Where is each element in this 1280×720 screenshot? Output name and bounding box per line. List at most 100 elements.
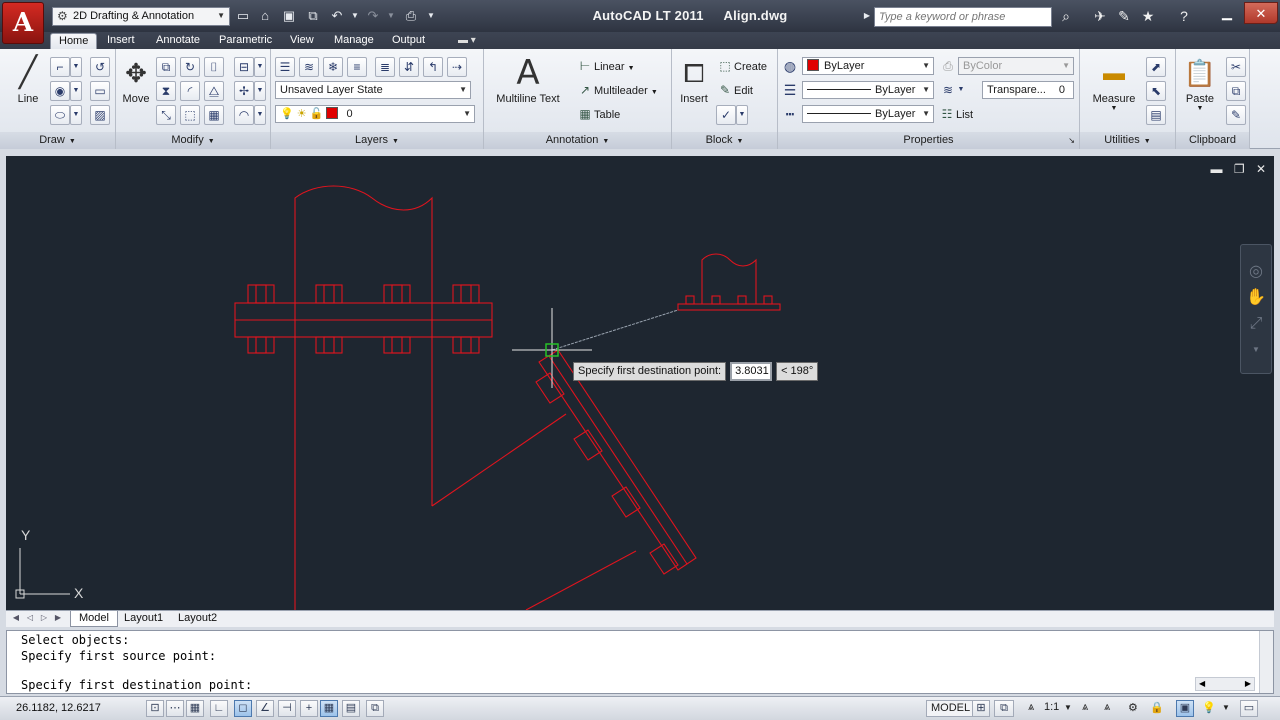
- workspace-gear-icon[interactable]: ⚙: [1128, 701, 1138, 714]
- table-button[interactable]: ▦ Table: [576, 105, 620, 124]
- clean-screen-icon[interactable]: ▭: [1240, 700, 1258, 717]
- infer-constraints-toggle[interactable]: ⊡: [146, 700, 164, 717]
- model-space-toggle[interactable]: MODEL: [926, 700, 976, 717]
- annotation-scale-dropdown-icon[interactable]: ▼: [1064, 703, 1072, 712]
- multiline-text-button[interactable]: A Multiline Text: [490, 53, 566, 105]
- panel-block-title[interactable]: Block ▼: [672, 132, 777, 149]
- first-layout-icon[interactable]: ◀: [10, 613, 22, 622]
- command-vertical-scrollbar[interactable]: [1259, 631, 1273, 693]
- hatch-icon[interactable]: ▨: [90, 105, 110, 125]
- lineweight-dropdown[interactable]: ByLayer ▼: [802, 105, 934, 123]
- edit-block-button[interactable]: ✎ Edit: [716, 81, 753, 100]
- circle-dropdown-icon[interactable]: ▼: [70, 81, 82, 101]
- layer-freeze-icon[interactable]: ❄: [323, 57, 343, 77]
- plotstyle-dropdown[interactable]: ByColor ▼: [958, 57, 1074, 75]
- binoculars-search-icon[interactable]: ⌕: [1056, 7, 1076, 25]
- tab-home[interactable]: Home: [50, 33, 98, 49]
- match-properties-icon[interactable]: ◍: [780, 57, 800, 77]
- steering-wheel-icon[interactable]: ◎: [1241, 259, 1271, 285]
- circle-icon[interactable]: ◉: [50, 81, 70, 101]
- close-window-button[interactable]: ✕: [1244, 2, 1278, 24]
- panel-clipboard-title[interactable]: Clipboard: [1176, 132, 1249, 149]
- quick-select-icon[interactable]: ⬈: [1146, 57, 1166, 77]
- ellipse-dropdown-icon[interactable]: ▼: [70, 105, 82, 125]
- fillet-icon[interactable]: ◜: [180, 81, 200, 101]
- current-layer-dropdown[interactable]: 💡 ☀ 🔓 0 ▼: [275, 105, 475, 123]
- linetype-dropdown[interactable]: ByLayer ▼: [802, 81, 934, 99]
- help-icon[interactable]: ?: [1174, 7, 1194, 25]
- layer-off-icon[interactable]: ≡: [347, 57, 367, 77]
- search-input[interactable]: [874, 7, 1052, 27]
- offset-dropdown-icon[interactable]: ▼: [254, 105, 266, 125]
- scroll-left-icon[interactable]: ◀: [1196, 678, 1205, 690]
- tab-insert[interactable]: Insert: [99, 33, 143, 49]
- tab-layout2[interactable]: Layout2: [170, 611, 225, 627]
- rotate-icon[interactable]: ↻: [180, 57, 200, 77]
- communication-center-icon[interactable]: ✎: [1114, 7, 1134, 25]
- save-as-icon[interactable]: ⧉: [304, 7, 322, 25]
- copy-icon[interactable]: ⧉: [156, 57, 176, 77]
- scroll-right-icon[interactable]: ▶: [1245, 678, 1254, 690]
- command-horizontal-scrollbar[interactable]: ◀ ▶: [1195, 677, 1255, 691]
- object-snap-toggle[interactable]: ∠: [256, 700, 274, 717]
- attribute-icon[interactable]: ✓: [716, 105, 736, 125]
- toolbar-lock-icon[interactable]: 🔒: [1150, 701, 1164, 714]
- select-all-icon[interactable]: ⬉: [1146, 81, 1166, 101]
- tab-layout1[interactable]: Layout1: [116, 611, 171, 627]
- array-icon[interactable]: ▦: [204, 105, 224, 125]
- application-menu-button[interactable]: A: [2, 2, 44, 44]
- subscription-center-icon[interactable]: ✈: [1090, 7, 1110, 25]
- favorites-star-icon[interactable]: ★: [1138, 7, 1158, 25]
- panel-launcher-icon[interactable]: ↘: [1068, 132, 1075, 149]
- hardware-acceleration-icon[interactable]: ▣: [1176, 700, 1194, 717]
- mirror-icon[interactable]: ⧗: [156, 81, 176, 101]
- minimize-button[interactable]: ▁: [1210, 2, 1244, 24]
- cursor-coordinates[interactable]: 26.1182, 12.6217: [16, 702, 101, 714]
- layer-isolate-icon[interactable]: ≋: [299, 57, 319, 77]
- layer-unisolate-icon[interactable]: ⇵: [399, 57, 419, 77]
- quick-properties-toggle[interactable]: ⧉: [366, 700, 384, 717]
- tab-view[interactable]: View: [282, 33, 322, 49]
- paste-button[interactable]: 📋 Paste ▼: [1180, 53, 1220, 112]
- tab-manage[interactable]: Manage: [326, 33, 382, 49]
- rectangle-icon[interactable]: ▭: [90, 81, 110, 101]
- mirror-axis-icon[interactable]: ⧋: [204, 81, 224, 101]
- match-icon[interactable]: ✎: [1226, 105, 1246, 125]
- grid-toggle[interactable]: ▦: [186, 700, 204, 717]
- workspace-switcher[interactable]: ⚙ 2D Drafting & Annotation ▼: [52, 7, 230, 26]
- annotation-visibility-icon[interactable]: ⩓: [1082, 701, 1088, 714]
- move-button[interactable]: ✥ Move: [118, 53, 154, 105]
- tab-parametric[interactable]: Parametric: [211, 33, 280, 49]
- tab-model[interactable]: Model: [70, 611, 118, 627]
- dynamic-input-angle[interactable]: < 198°: [776, 362, 819, 381]
- navbar-dropdown-icon[interactable]: ▼: [1241, 337, 1271, 363]
- open-folder-icon[interactable]: ⌂: [256, 7, 274, 25]
- layer-properties-icon[interactable]: ☰: [275, 57, 295, 77]
- polyline-icon[interactable]: ⌐: [50, 57, 70, 77]
- drawing-viewport[interactable]: Y X ▬ ❐ ✕ ◎ ✋ ⤢ ▼ Specify first destinat…: [6, 156, 1274, 610]
- status-menu-icon[interactable]: ▼: [1222, 703, 1230, 712]
- measure-button[interactable]: ▬ Measure ▼: [1088, 53, 1140, 112]
- cut-icon[interactable]: ✂: [1226, 57, 1246, 77]
- polar-tracking-toggle[interactable]: ◻: [234, 700, 252, 717]
- erase-icon[interactable]: ⊟: [234, 57, 254, 77]
- annotation-scale[interactable]: 1:1: [1044, 701, 1059, 713]
- color-dropdown[interactable]: ByLayer ▼: [802, 57, 934, 75]
- panel-annotation-title[interactable]: Annotation ▼: [484, 132, 671, 149]
- dynamic-input-toggle[interactable]: ▦: [320, 700, 338, 717]
- pan-hand-icon[interactable]: ✋: [1241, 285, 1271, 311]
- last-layout-icon[interactable]: ▶: [52, 613, 64, 622]
- save-icon[interactable]: ▣: [280, 7, 298, 25]
- ribbon-minimize-icon[interactable]: ▬ ▾: [458, 35, 476, 46]
- prev-layout-icon[interactable]: ◁: [24, 613, 36, 622]
- dynamic-input-distance[interactable]: 3.8031: [730, 362, 773, 381]
- plot-icon[interactable]: ⎙: [402, 7, 420, 25]
- panel-draw-title[interactable]: Draw ▼: [0, 132, 115, 149]
- panel-modify-title[interactable]: Modify ▼: [116, 132, 270, 149]
- drawing-canvas[interactable]: Y X: [6, 156, 1274, 610]
- panel-utilities-title[interactable]: Utilities ▼: [1080, 132, 1175, 149]
- snap-mode-toggle[interactable]: ⋯: [166, 700, 184, 717]
- undo-dropdown-icon[interactable]: ▼: [346, 7, 364, 25]
- lineweight-toggle[interactable]: ▤: [342, 700, 360, 717]
- insert-block-button[interactable]: ⧠ Insert: [674, 53, 714, 105]
